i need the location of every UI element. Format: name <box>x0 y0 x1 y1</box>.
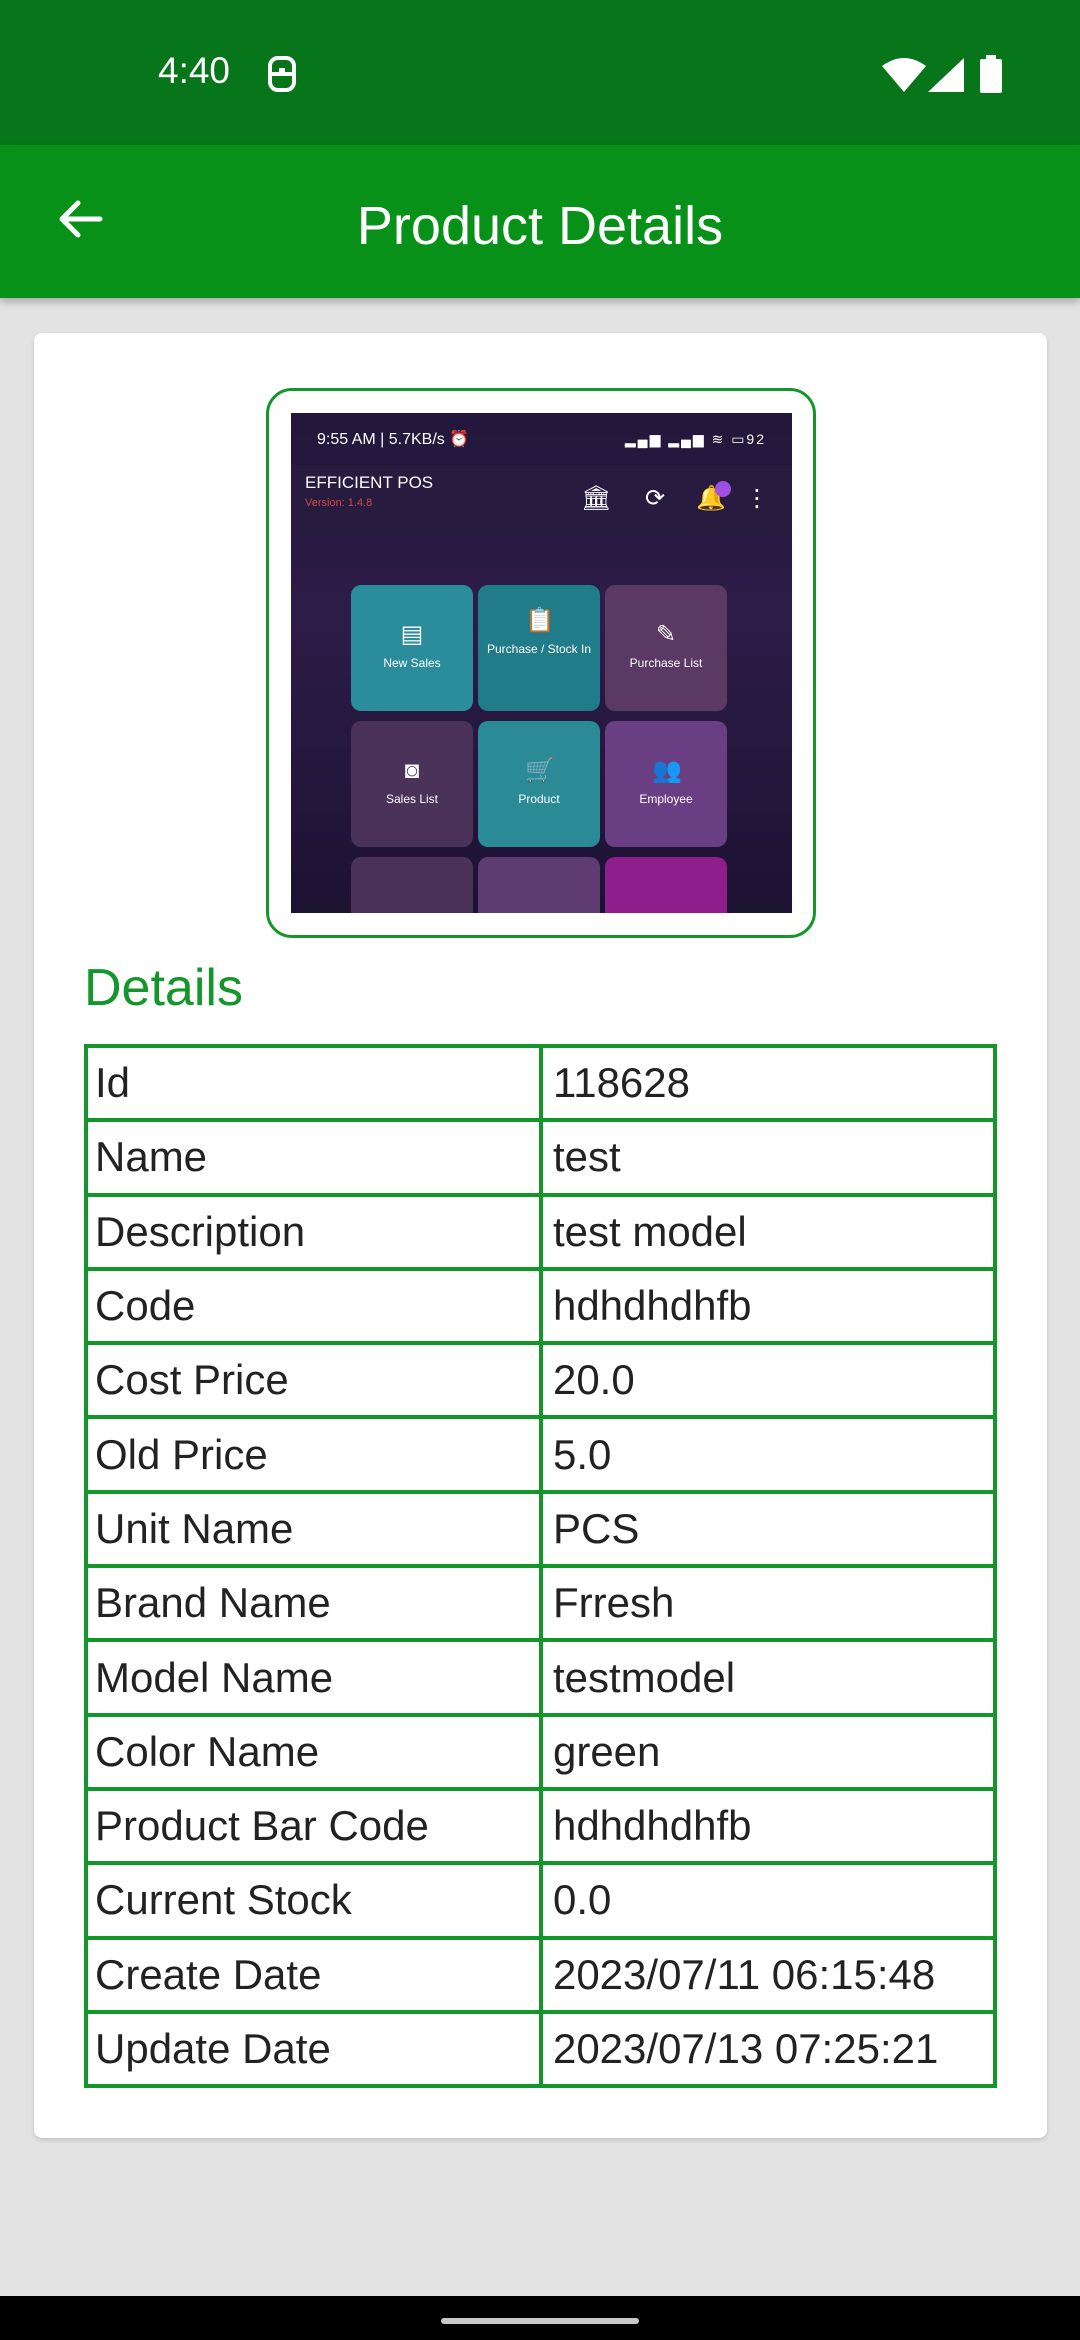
detail-label: Product Bar Code <box>84 1786 543 1866</box>
refresh-icon: ⟳ <box>644 485 666 512</box>
image-tile-partial <box>478 857 600 913</box>
image-app-version: Version: 1.4.8 <box>305 497 373 509</box>
detail-label: Description <box>84 1192 543 1271</box>
detail-value: 0.0 <box>538 1861 998 1940</box>
detail-value: test <box>538 1118 998 1197</box>
box-icon: ◙ <box>404 757 420 784</box>
list-icon: ✎ <box>655 621 677 648</box>
detail-value: PCS <box>538 1489 998 1569</box>
bank-icon: 🏛 <box>581 485 612 512</box>
home-gesture-handle[interactable] <box>441 2318 639 2324</box>
battery-icon <box>980 55 1002 98</box>
detail-label: Create Date <box>84 1935 543 2014</box>
image-status-icons: ▂▄▆ ▂▄▆ ≋ ▭92 <box>624 431 766 447</box>
detail-value: 5.0 <box>538 1415 998 1494</box>
table-row: Cost Price 20.0 <box>84 1341 998 1420</box>
more-vertical-icon: ⋮ <box>745 485 769 512</box>
image-tile-purchase: 📋 Purchase / Stock In <box>478 585 600 711</box>
table-row: Model Name testmodel <box>84 1638 998 1717</box>
image-tile-label: Purchase List <box>629 656 703 670</box>
table-row: Product Bar Code hdhdhdhfb <box>84 1786 998 1866</box>
image-tile-label: Sales List <box>385 792 439 806</box>
table-row: Update Date 2023/07/13 07:25:21 <box>84 2009 998 2089</box>
detail-value: green <box>538 1712 998 1791</box>
detail-value: 20.0 <box>538 1341 998 1420</box>
detail-label: Name <box>84 1118 543 1197</box>
table-row: Description test model <box>84 1192 998 1271</box>
people-icon: 👥 <box>652 757 682 784</box>
detail-value: hdhdhdhfb <box>538 1786 998 1866</box>
detail-value: test model <box>538 1192 998 1271</box>
detail-label: Model Name <box>84 1638 543 1717</box>
details-table: Id 118628 Name test Description test model Cod… <box>84 1043 998 2089</box>
detail-value: 2023/07/11 06:15:48 <box>538 1935 998 2014</box>
status-bar: 4:40 <box>0 0 1080 145</box>
signal-icon <box>928 58 964 97</box>
image-tile-partial <box>605 857 727 913</box>
image-battery-text: 92 <box>746 431 766 447</box>
wifi-icon <box>882 58 926 97</box>
product-details-card: 9:55 AM | 5.7KB/s ⏰ ▂▄▆ ▂▄▆ ≋ ▭92 EFFICI… <box>34 333 1047 2138</box>
detail-label: Current Stock <box>84 1861 543 1940</box>
table-row: Unit Name PCS <box>84 1489 998 1569</box>
image-tile-label: Product <box>518 792 560 806</box>
table-row: Name test <box>84 1118 998 1197</box>
table-row: Color Name green <box>84 1712 998 1791</box>
details-heading: Details <box>84 959 243 1017</box>
table-row: Create Date 2023/07/11 06:15:48 <box>84 1935 998 2014</box>
image-app-title: EFFICIENT POS <box>305 473 434 492</box>
image-status-text: 9:55 AM | 5.7KB/s ⏰ <box>317 431 470 448</box>
detail-value: 2023/07/13 07:25:21 <box>538 2009 998 2089</box>
table-row: Current Stock 0.0 <box>84 1861 998 1940</box>
detail-value: testmodel <box>538 1638 998 1717</box>
detail-label: Code <box>84 1266 543 1346</box>
image-tile-label: Employee <box>639 792 693 806</box>
image-tile-sales-list: ◙ Sales List <box>351 721 473 847</box>
product-image-frame: 9:55 AM | 5.7KB/s ⏰ ▂▄▆ ▂▄▆ ≋ ▭92 EFFICI… <box>266 388 816 938</box>
detail-label: Color Name <box>84 1712 543 1791</box>
detail-label: Cost Price <box>84 1341 543 1420</box>
app-bar: Product Details <box>0 145 1080 298</box>
clipboard-icon: 📋 <box>525 607 555 634</box>
status-time: 4:40 <box>158 50 231 91</box>
lock-icon <box>266 54 298 94</box>
image-tile-employee: 👥 Employee <box>605 721 727 847</box>
table-row: Id 118628 <box>84 1043 998 1123</box>
table-row: Code hdhdhdhfb <box>84 1266 998 1346</box>
detail-label: Id <box>84 1043 543 1123</box>
page-title: Product Details <box>356 196 724 256</box>
image-tile-partial <box>351 857 473 913</box>
detail-label: Update Date <box>84 2009 543 2089</box>
cart-icon: 🛒 <box>525 757 555 784</box>
detail-label: Brand Name <box>84 1564 543 1643</box>
image-tile-label: Purchase / Stock In <box>486 642 592 656</box>
detail-value: Frresh <box>538 1564 998 1643</box>
image-tile-label: New Sales <box>383 656 441 670</box>
table-row: Brand Name Frresh <box>84 1564 998 1643</box>
receipt-icon: ▤ <box>400 621 424 648</box>
notification-badge <box>715 481 731 497</box>
image-tile-product: 🛒 Product <box>478 721 600 847</box>
table-row: Old Price 5.0 <box>84 1415 998 1494</box>
image-tile-new-sales: ▤ New Sales <box>351 585 473 711</box>
detail-value: 118628 <box>538 1043 998 1123</box>
detail-label: Unit Name <box>84 1489 543 1569</box>
detail-label: Old Price <box>84 1415 543 1494</box>
image-tile-purchase-list: ✎ Purchase List <box>605 585 727 711</box>
detail-value: hdhdhdhfb <box>538 1266 998 1346</box>
product-image: 9:55 AM | 5.7KB/s ⏰ ▂▄▆ ▂▄▆ ≋ ▭92 EFFICI… <box>291 413 792 913</box>
